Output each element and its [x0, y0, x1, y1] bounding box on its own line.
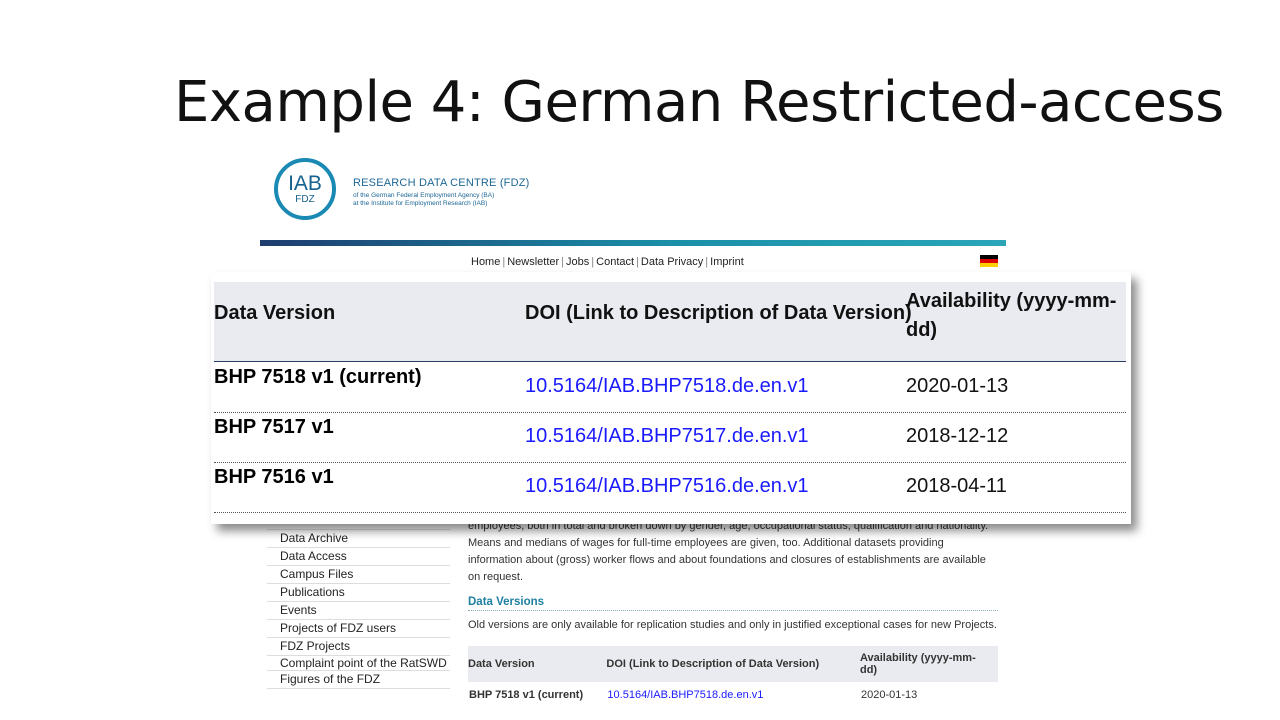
nav-newsletter[interactable]: Newsletter — [506, 256, 560, 268]
version-cell: BHP 7518 v1 (current) — [214, 366, 422, 388]
version-cell: BHP 7518 v1 (current) — [469, 689, 584, 701]
logo-line2: of the German Federal Employment Agency … — [353, 192, 495, 199]
logo-mark-sub: FDZ — [295, 193, 315, 205]
date-cell: 2018-12-12 — [906, 425, 1009, 447]
nav-jobs[interactable]: Jobs — [565, 256, 590, 268]
table-row: BHP 7518 v1 (current) 10.5164/IAB.BHP751… — [214, 362, 1126, 413]
versions-table-small: Data Version DOI (Link to Description of… — [468, 646, 998, 702]
date-cell: 2018-04-11 — [906, 475, 1007, 497]
small-table-header: Data Version DOI (Link to Description of… — [468, 646, 998, 682]
logo-text: RESEARCH DATA CENTRE (FDZ) of the German… — [353, 177, 530, 207]
sidebar-item-data-archive[interactable]: Data Archive — [267, 530, 450, 548]
doi-cell: 10.5164/IAB.BHP7518.de.en.v1 — [606, 682, 860, 702]
nav-data-privacy[interactable]: Data Privacy — [640, 256, 704, 268]
doi-link[interactable]: 10.5164/IAB.BHP7518.de.en.v1 — [607, 689, 763, 701]
table-row: BHP 7517 v1 10.5164/IAB.BHP7517.de.en.v1… — [214, 412, 1126, 463]
nav-imprint[interactable]: Imprint — [709, 256, 745, 268]
logo-title: RESEARCH DATA CENTRE (FDZ) — [353, 177, 530, 189]
col-header-version: Data Version — [468, 646, 607, 682]
doi-link[interactable]: 10.5164/IAB.BHP7517.de.en.v1 — [525, 425, 809, 448]
slide-title: Example 4: German Restricted-access — [174, 70, 1224, 135]
col-header-version: Data Version — [214, 302, 336, 324]
nav-contact[interactable]: Contact — [595, 256, 635, 268]
sidebar-item-data-access[interactable]: Data Access — [267, 548, 450, 566]
doi-link[interactable]: 10.5164/IAB.BHP7518.de.en.v1 — [525, 375, 809, 398]
sidebar-item-publications[interactable]: Publications — [267, 584, 450, 602]
col-header-doi: DOI (Link to Description of Data Version… — [525, 302, 912, 324]
sidebar-item-fdz-projects[interactable]: FDZ Projects — [267, 638, 450, 656]
date-cell: 2020-01-13 — [860, 689, 918, 701]
data-versions-heading: Data Versions — [468, 596, 998, 611]
zoomed-versions-table: Data Version DOI (Link to Description of… — [211, 272, 1131, 524]
description-paragraph: employees, both in total and broken down… — [468, 520, 989, 583]
version-cell: BHP 7517 v1 — [214, 416, 334, 438]
sidebar-item-projects-of-fdz-users[interactable]: Projects of FDZ users — [267, 620, 450, 638]
col-header-doi: DOI (Link to Description of Data Version… — [606, 646, 860, 682]
sidebar-nav: External data Data Archive Data Access C… — [267, 512, 450, 689]
header-divider — [260, 240, 1006, 246]
doi-link[interactable]: 10.5164/IAB.BHP7516.de.en.v1 — [525, 475, 809, 498]
table-header-row: Data Version DOI (Link to Description of… — [214, 282, 1126, 362]
date-cell: 2020-01-13 — [906, 375, 1009, 397]
logo-line3: at the Institute for Employment Research… — [353, 200, 488, 207]
sidebar-item-events[interactable]: Events — [267, 602, 450, 620]
version-cell: BHP 7516 v1 — [214, 466, 334, 488]
nav-home[interactable]: Home — [470, 256, 501, 268]
col-header-availability: Availability (yyyy-mm-dd) — [859, 646, 998, 682]
top-navigation: Home | Newsletter | Jobs | Contact | Data Privac… — [470, 256, 745, 268]
table-row: BHP 7516 v1 10.5164/IAB.BHP7516.de.en.v1… — [214, 462, 1126, 513]
german-flag-icon[interactable] — [980, 255, 998, 267]
sidebar-item-figures-of-the-fdz[interactable]: Figures of the FDZ — [267, 671, 450, 689]
iab-logo-icon[interactable]: IAB FDZ — [274, 158, 336, 220]
sidebar-item-complaint-point[interactable]: Complaint point of the RatSWD — [267, 656, 450, 671]
main-content: employees, both in total and broken down… — [468, 518, 998, 702]
col-header-availability: Availability (yyyy-mm-dd) — [906, 290, 1117, 341]
versions-note: Old versions are only available for repl… — [468, 619, 997, 631]
logo-mark-main: IAB — [288, 171, 322, 195]
table-row: BHP 7518 v1 (current) 10.5164/IAB.BHP751… — [468, 682, 998, 702]
sidebar-item-campus-files[interactable]: Campus Files — [267, 566, 450, 584]
